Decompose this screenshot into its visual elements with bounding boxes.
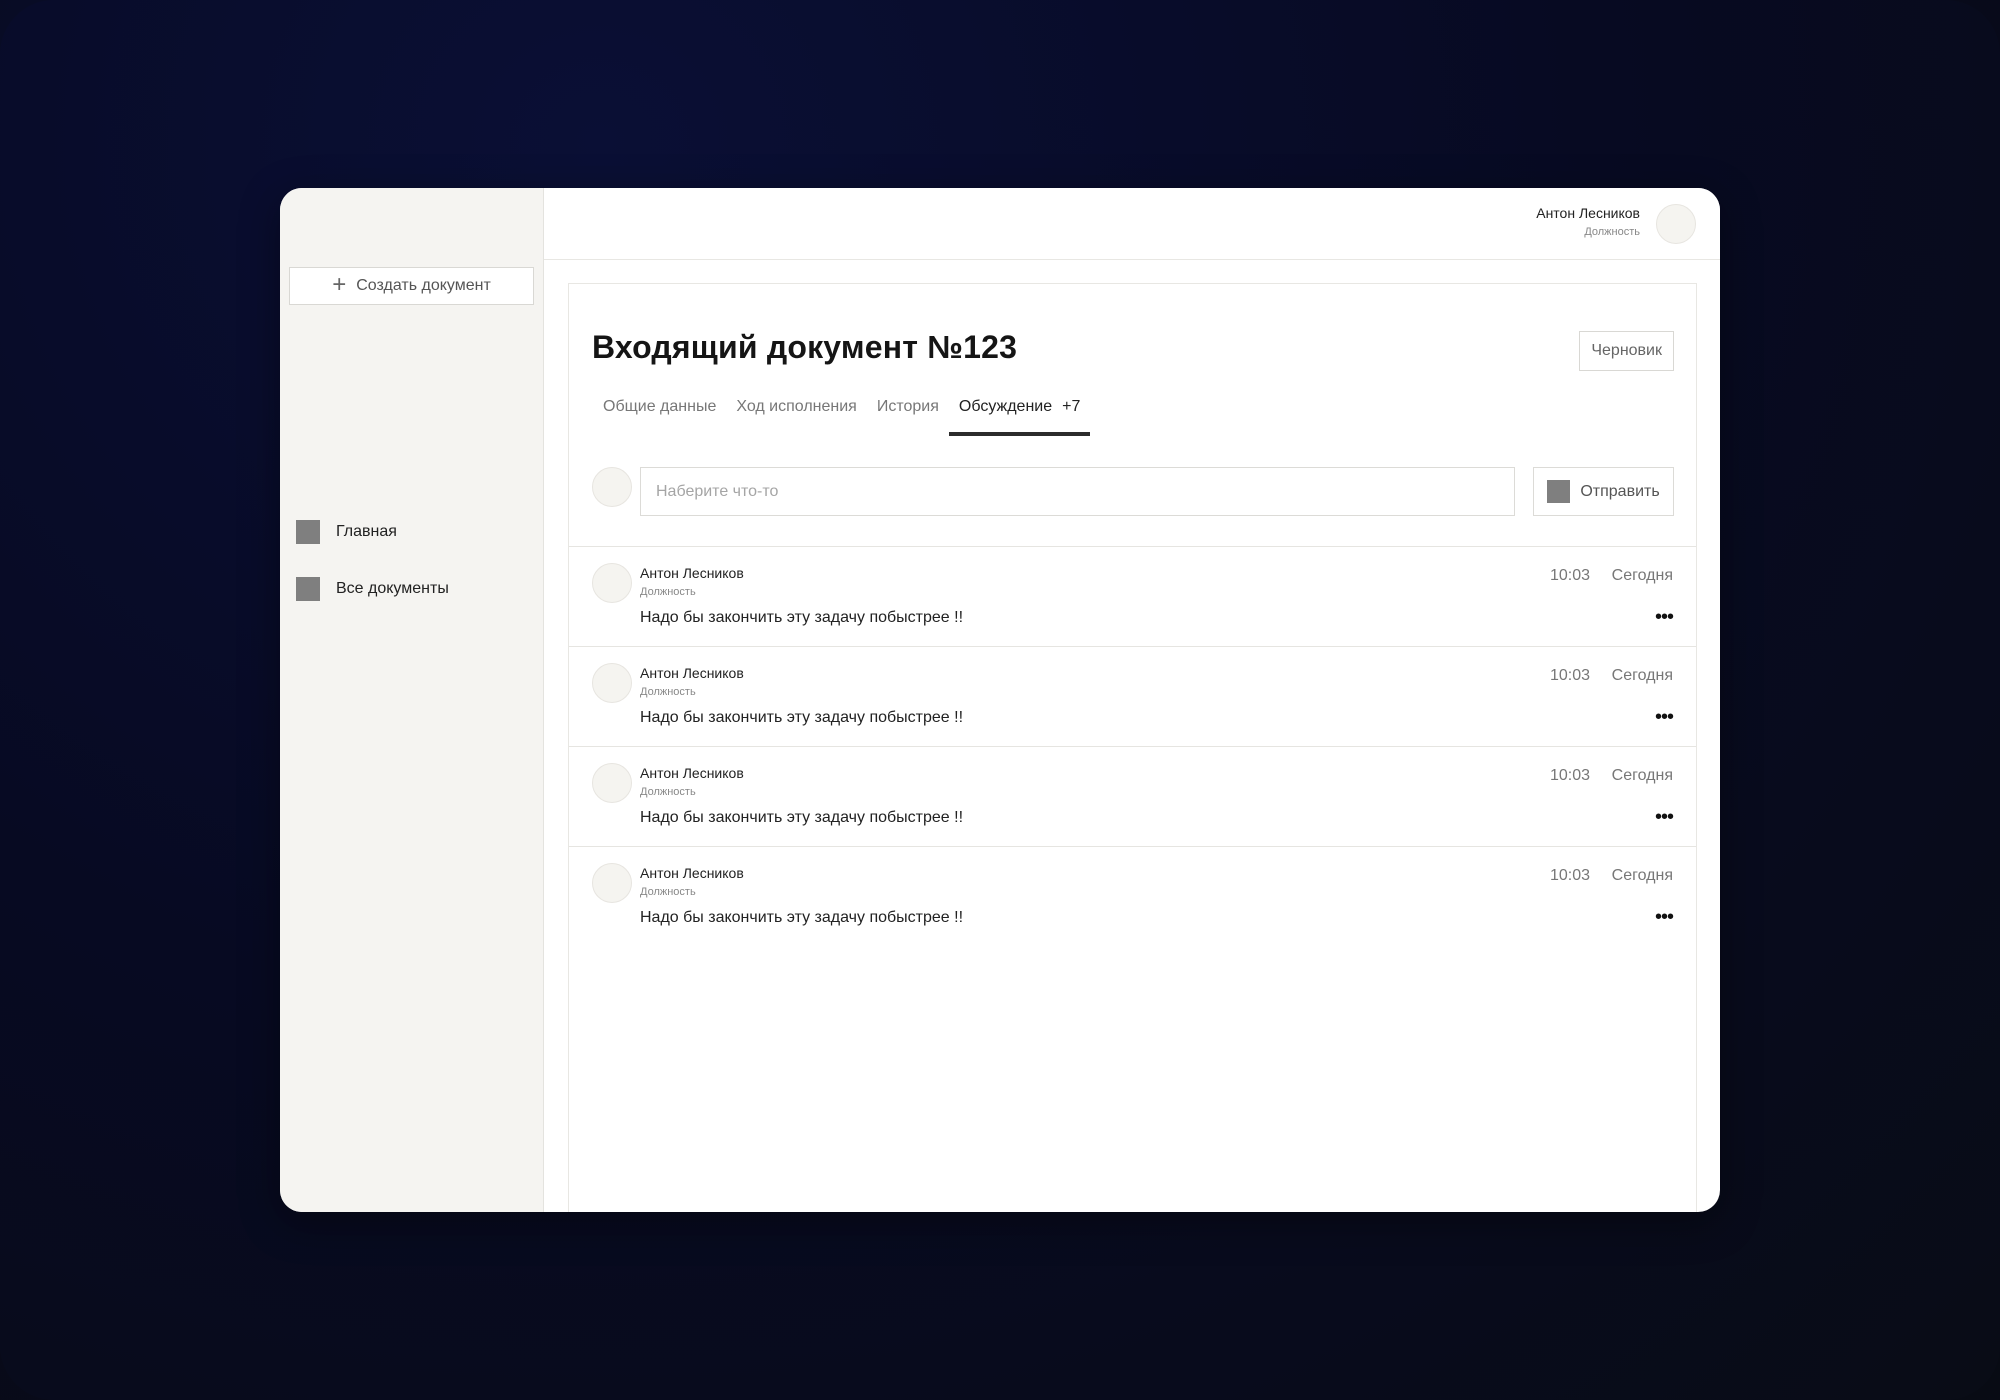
comment-avatar[interactable] xyxy=(592,763,632,803)
user-name: Антон Лесников xyxy=(1536,205,1640,221)
comment-item: Антон Лесников Должность Надо бы закончи… xyxy=(569,746,1696,846)
plus-icon: + xyxy=(332,270,347,298)
document-tabs: Общие данные Ход исполнения История Обсу… xyxy=(593,392,1091,436)
comment-avatar[interactable] xyxy=(592,863,632,903)
send-button[interactable]: Отправить xyxy=(1533,467,1674,516)
comment-date: Сегодня xyxy=(1611,567,1673,584)
comment-date: Сегодня xyxy=(1611,667,1673,684)
tab-general[interactable]: Общие данные xyxy=(593,392,726,436)
comment-text: Надо бы закончить эту задачу побыстрее !… xyxy=(640,709,964,726)
comment-input[interactable] xyxy=(640,467,1515,516)
comment-list: Антон Лесников Должность Надо бы закончи… xyxy=(569,546,1696,946)
comment-author-role: Должность xyxy=(640,886,696,898)
sidebar-item-label: Все документы xyxy=(336,580,449,597)
send-label: Отправить xyxy=(1580,482,1660,500)
sidebar: + Создать документ Главная Все документы xyxy=(280,188,544,1212)
tab-general-label: Общие данные xyxy=(603,398,717,415)
create-document-label: Создать документ xyxy=(356,277,491,294)
composer-avatar xyxy=(592,467,632,507)
more-options-icon[interactable]: ••• xyxy=(1655,607,1674,627)
tab-history-label: История xyxy=(876,398,939,415)
sidebar-item-home[interactable]: Главная xyxy=(296,519,397,545)
comment-text: Надо бы закончить эту задачу побыстрее !… xyxy=(640,809,964,826)
home-icon xyxy=(296,520,320,544)
user-avatar[interactable] xyxy=(1656,204,1696,244)
comment-avatar[interactable] xyxy=(592,563,632,603)
tab-discussion-label: Обсуждение xyxy=(958,398,1053,415)
tab-discussion[interactable]: Обсуждение +7 xyxy=(948,392,1091,436)
status-badge[interactable]: Черновик xyxy=(1579,331,1674,371)
comment-text: Надо бы закончить эту задачу побыстрее !… xyxy=(640,909,964,926)
sidebar-item-all-documents[interactable]: Все документы xyxy=(296,576,449,602)
comment-author-role: Должность xyxy=(640,786,696,798)
sidebar-item-label: Главная xyxy=(336,523,397,540)
comment-date: Сегодня xyxy=(1611,767,1673,784)
tab-progress-label: Ход исполнения xyxy=(736,398,857,415)
user-info[interactable]: Антон Лесников Должность xyxy=(1536,205,1640,238)
screen-background: + Создать документ Главная Все документы … xyxy=(0,0,2000,1400)
comment-time: 10:03 xyxy=(1549,867,1590,884)
tab-progress[interactable]: Ход исполнения xyxy=(726,392,866,436)
comment-text: Надо бы закончить эту задачу побыстрее !… xyxy=(640,609,964,626)
more-options-icon[interactable]: ••• xyxy=(1655,807,1674,827)
comment-time: 10:03 xyxy=(1549,667,1590,684)
comment-author[interactable]: Антон Лесников xyxy=(640,565,744,581)
comment-author[interactable]: Антон Лесников xyxy=(640,865,744,881)
send-icon xyxy=(1547,480,1571,503)
comment-author-role: Должность xyxy=(640,686,696,698)
comment-author[interactable]: Антон Лесников xyxy=(640,765,744,781)
comment-item: Антон Лесников Должность Надо бы закончи… xyxy=(569,846,1696,946)
comment-avatar[interactable] xyxy=(592,663,632,703)
document-panel: Входящий документ №123 Черновик Общие да… xyxy=(568,283,1697,1212)
more-options-icon[interactable]: ••• xyxy=(1655,707,1674,727)
tab-history[interactable]: История xyxy=(867,392,949,436)
app-window: + Создать документ Главная Все документы … xyxy=(280,188,1720,1212)
comment-item: Антон Лесников Должность Надо бы закончи… xyxy=(569,646,1696,746)
status-label: Черновик xyxy=(1591,342,1662,359)
more-options-icon[interactable]: ••• xyxy=(1655,907,1674,927)
comment-time: 10:03 xyxy=(1549,767,1590,784)
tab-discussion-count: +7 xyxy=(1062,398,1081,415)
top-header: Антон Лесников Должность xyxy=(544,188,1720,260)
user-role: Должность xyxy=(1584,226,1640,238)
comment-author[interactable]: Антон Лесников xyxy=(640,665,744,681)
comment-time: 10:03 xyxy=(1549,567,1590,584)
page-title: Входящий документ №123 xyxy=(592,329,1018,365)
create-document-button[interactable]: + Создать документ xyxy=(289,267,534,305)
documents-icon xyxy=(296,577,320,601)
comment-date: Сегодня xyxy=(1611,867,1673,884)
comment-item: Антон Лесников Должность Надо бы закончи… xyxy=(569,546,1696,646)
comment-author-role: Должность xyxy=(640,586,696,598)
